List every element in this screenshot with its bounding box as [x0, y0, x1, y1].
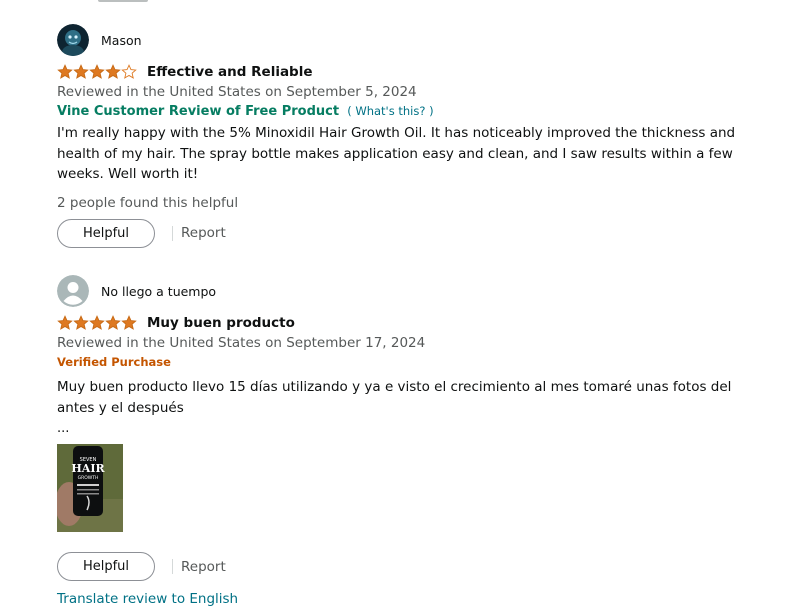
star-empty-icon [121, 64, 137, 79]
translate-review-link[interactable]: Translate review to English [57, 591, 238, 607]
star-filled-icon [57, 64, 73, 79]
reviewer-name: No llego a tuempo [101, 283, 217, 299]
helpful-button[interactable]: Helpful [57, 552, 155, 581]
verified-purchase-badge: Verified Purchase [57, 355, 171, 369]
image-label-title: HAIR [71, 462, 105, 475]
star-filled-icon [121, 315, 137, 330]
review-image[interactable]: SEVEN HAIR GROWTH [57, 444, 123, 532]
star-rating[interactable] [57, 64, 137, 80]
whats-this-link[interactable]: ( What's this? ) [347, 104, 433, 118]
review-title[interactable]: Effective and Reliable [147, 64, 313, 80]
reviewer-name: Mason [101, 32, 142, 48]
star-filled-icon [105, 64, 121, 79]
review-body: I'm really happy with the 5% Minoxidil H… [57, 125, 736, 182]
review-date: Reviewed in the United States on Septemb… [57, 84, 417, 100]
star-rating[interactable] [57, 315, 137, 331]
avatar [57, 24, 89, 56]
reviewer-profile[interactable]: No llego a tuempo [57, 275, 757, 307]
previous-button-edge [98, 0, 148, 2]
star-filled-icon [105, 315, 121, 330]
divider [172, 559, 173, 574]
review-date: Reviewed in the United States on Septemb… [57, 335, 426, 351]
star-filled-icon [89, 315, 105, 330]
star-filled-icon [89, 64, 105, 79]
image-label-sub: GROWTH [78, 475, 99, 481]
review-title[interactable]: Muy buen producto [147, 315, 295, 331]
review-card: Mason Effective and Reliable Reviewed in… [57, 24, 757, 248]
star-filled-icon [73, 64, 89, 79]
helpful-count: 2 people found this helpful [57, 194, 239, 211]
review-body: Muy buen producto llevo 15 días utilizan… [57, 379, 732, 416]
divider [172, 225, 173, 241]
helpful-button[interactable]: Helpful [57, 218, 155, 248]
report-link[interactable]: Report [181, 225, 226, 241]
default-avatar-icon [57, 275, 89, 307]
report-link[interactable]: Report [181, 559, 226, 575]
review-card: No llego a tuempo Muy buen producto Revi… [57, 275, 757, 581]
star-filled-icon [73, 315, 89, 330]
truncation-ellipsis: ... [57, 421, 70, 436]
star-filled-icon [57, 315, 73, 330]
reviewer-profile[interactable]: Mason [57, 24, 757, 56]
vine-badge: Vine Customer Review of Free Product [57, 104, 340, 119]
